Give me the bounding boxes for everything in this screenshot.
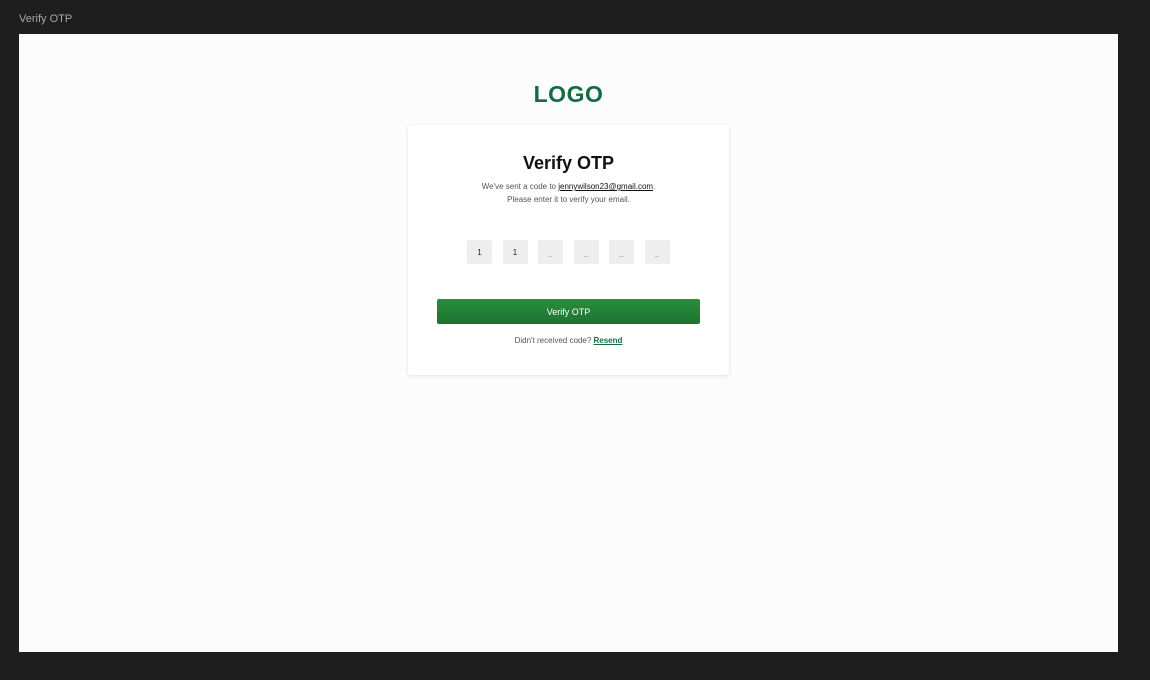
logo: LOGO — [533, 81, 604, 107]
resend-link[interactable]: Resend — [594, 336, 623, 345]
resend-prompt: Didn't received code? — [514, 336, 592, 345]
description-prefix: We've sent a code to — [481, 182, 559, 191]
description-line-1: We've sent a code to jennywilson23@gmail… — [408, 181, 729, 194]
page-frame: LOGO Verify OTP We've sent a code to jen… — [19, 34, 1118, 652]
otp-digit-2[interactable]: 1 — [502, 240, 528, 264]
resend-row: Didn't received code? Resend — [408, 336, 729, 345]
verify-otp-card: Verify OTP We've sent a code to jennywil… — [408, 125, 729, 375]
otp-digit-6[interactable]: _ — [644, 240, 670, 264]
card-description: We've sent a code to jennywilson23@gmail… — [408, 181, 729, 206]
frame-label: Verify OTP — [19, 13, 73, 25]
otp-digit-1[interactable]: 1 — [467, 240, 492, 264]
otp-digit-4[interactable]: _ — [573, 240, 599, 264]
email-address: jennywilson23@gmail.com — [558, 182, 654, 191]
otp-digit-3[interactable]: _ — [538, 240, 563, 264]
verify-otp-button[interactable]: Verify OTP — [437, 299, 700, 324]
description-line-2: Please enter it to verify your email. — [507, 194, 630, 204]
otp-digit-5[interactable]: _ — [609, 240, 634, 264]
otp-input-group: 1 1 _ _ _ _ — [467, 240, 670, 264]
description-suffix: . — [653, 182, 656, 191]
card-title: Verify OTP — [522, 153, 615, 173]
